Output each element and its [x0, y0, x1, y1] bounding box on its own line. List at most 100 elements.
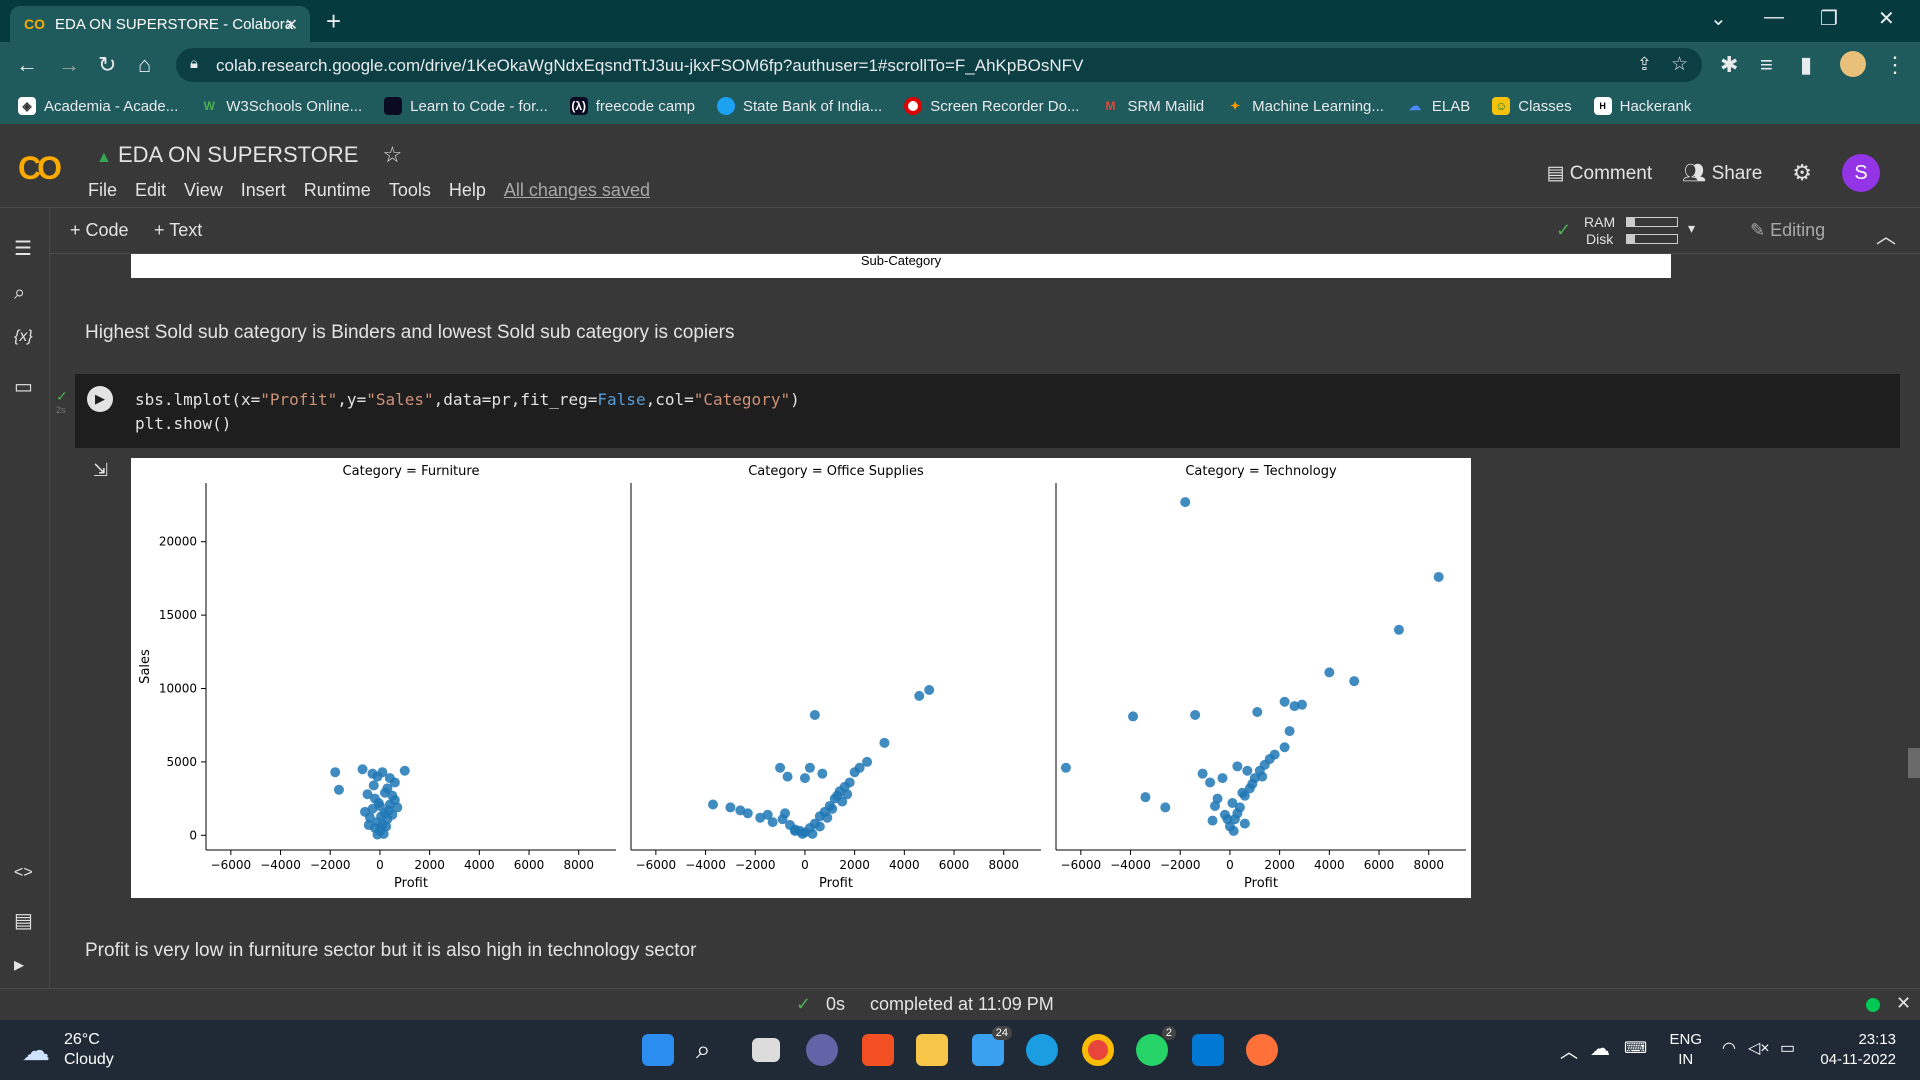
scatter-point — [797, 828, 808, 839]
save-status[interactable]: All changes saved — [504, 180, 650, 201]
comment-button[interactable]: ▤ Comment — [1547, 162, 1653, 185]
bookmark-item[interactable]: ☁ ELAB — [1406, 97, 1470, 115]
onedrive-icon[interactable]: ☁ — [1590, 1036, 1610, 1061]
code-editor[interactable]: sbs.lmplot(x="Profit",y="Sales",data=pr,… — [135, 388, 800, 436]
task-view-icon[interactable] — [752, 1038, 780, 1062]
share-page-icon[interactable]: ⇪ — [1637, 54, 1652, 75]
wifi-icon[interactable]: ◠ — [1722, 1038, 1736, 1058]
firefox-icon[interactable] — [1246, 1034, 1278, 1066]
side-panel-icon[interactable]: ▮ — [1800, 52, 1812, 78]
collapse-header-icon[interactable]: ︿ — [1876, 220, 1896, 249]
search-icon[interactable]: ⌕ — [696, 1034, 728, 1066]
add-text-cell-button[interactable]: + Text — [154, 220, 202, 241]
weather-widget[interactable]: 26°C Cloudy — [64, 1030, 114, 1070]
table-of-contents-icon[interactable]: ☰ — [14, 236, 32, 261]
menu-runtime[interactable]: Runtime — [304, 180, 371, 201]
tray-overflow-icon[interactable]: ︿ — [1560, 1038, 1578, 1064]
scatter-point — [1279, 696, 1290, 707]
bookmark-item[interactable]: H Hackerank — [1593, 97, 1691, 115]
system-clock[interactable]: 23:13 04-11-2022 — [1820, 1030, 1896, 1070]
scatter-point — [1279, 742, 1290, 753]
files-folder-icon[interactable]: ▭ — [14, 374, 33, 399]
star-icon[interactable]: ☆ — [383, 142, 403, 167]
address-bar[interactable]: 🔒︎ colab.research.google.com/drive/1KeOk… — [176, 48, 1702, 82]
speaker-muted-icon[interactable]: ◁× — [1748, 1038, 1770, 1058]
code-cell[interactable]: ▶ sbs.lmplot(x="Profit",y="Sales",data=p… — [75, 374, 1900, 448]
teams-icon[interactable] — [806, 1034, 838, 1066]
chrome-icon[interactable] — [1082, 1034, 1114, 1066]
elapsed-time[interactable]: 0s — [826, 994, 845, 1015]
colab-logo[interactable]: CO — [18, 150, 62, 187]
minimize-button[interactable]: — — [1764, 6, 1784, 29]
browser-menu-icon[interactable]: ⋮ — [1884, 52, 1906, 78]
vscode-icon[interactable] — [1192, 1034, 1224, 1066]
extensions-icon[interactable]: ✱ — [1720, 52, 1738, 78]
restore-button[interactable]: ❐ — [1820, 6, 1838, 31]
close-window-button[interactable]: ✕ — [1878, 6, 1895, 31]
menu-edit[interactable]: Edit — [135, 180, 166, 201]
account-avatar[interactable]: S — [1842, 154, 1880, 192]
scatter-point — [363, 820, 374, 831]
mail-icon[interactable]: 24 — [972, 1026, 1012, 1066]
command-palette-icon[interactable]: ▤ — [14, 908, 33, 933]
bookmark-star-icon[interactable]: ☆ — [1671, 53, 1688, 76]
forward-icon[interactable]: → — [58, 52, 80, 78]
scrollbar-thumb[interactable] — [1908, 748, 1920, 778]
whatsapp-icon[interactable]: 2 — [1136, 1026, 1176, 1066]
lock-icon[interactable]: 🔒︎ — [190, 55, 198, 72]
share-button[interactable]: 👥︎ Share — [1682, 161, 1762, 185]
add-code-cell-button[interactable]: + Code — [70, 220, 129, 241]
scatter-point — [822, 812, 833, 823]
sbi-icon — [716, 97, 735, 115]
bookmark-item[interactable]: Learn to Code - for... — [384, 97, 548, 115]
edge-icon[interactable] — [1026, 1034, 1058, 1066]
terminal-icon[interactable]: ▸ — [14, 952, 24, 977]
bookmark-item[interactable]: W W3Schools Online... — [200, 97, 363, 115]
markdown-text-cell[interactable]: Profit is very low in furniture sector b… — [85, 940, 696, 962]
battery-icon[interactable]: ▭ — [1780, 1038, 1795, 1058]
back-icon[interactable]: ← — [16, 52, 38, 78]
tab-search-icon[interactable]: ⌄ — [1710, 6, 1727, 31]
scatter-point — [1205, 777, 1216, 788]
output-actions-icon[interactable]: ⇲ — [93, 460, 108, 481]
browser-tab[interactable]: CO EDA ON SUPERSTORE - Colabora ✕ — [10, 6, 310, 42]
menu-file[interactable]: File — [88, 180, 117, 201]
completed-status[interactable]: completed at 11:09 PM — [870, 994, 1054, 1015]
code-snippets-icon[interactable]: <> — [14, 864, 33, 882]
reload-icon[interactable]: ↻ — [98, 52, 116, 78]
bookmark-item[interactable]: Screen Recorder Do... — [904, 97, 1079, 115]
bookmark-item[interactable]: (λ) freecode camp — [569, 97, 695, 115]
file-explorer-icon[interactable] — [916, 1034, 948, 1066]
close-tab-icon[interactable]: ✕ — [285, 15, 298, 35]
keyboard-icon[interactable]: ⌨ — [1624, 1038, 1647, 1058]
cloud-weather-icon: ☁ — [22, 1035, 50, 1066]
home-icon[interactable]: ⌂ — [138, 52, 151, 78]
run-cell-button[interactable]: ▶ — [87, 386, 113, 412]
menu-help[interactable]: Help — [449, 180, 486, 201]
notebook-title[interactable]: ▲ EDA ON SUPERSTORE ☆ — [96, 142, 402, 168]
bookmark-item[interactable]: ☺ Classes — [1492, 97, 1572, 115]
close-status-icon[interactable]: ✕ — [1896, 993, 1911, 1014]
media-icon[interactable]: ≡ — [1760, 52, 1773, 78]
markdown-text-cell[interactable]: Highest Sold sub category is Binders and… — [85, 322, 735, 344]
editing-mode-button[interactable]: ✎ Editing — [1750, 220, 1825, 241]
settings-gear-icon[interactable]: ⚙ — [1792, 160, 1812, 186]
store-icon[interactable] — [862, 1034, 894, 1066]
language-indicator[interactable]: ENG IN — [1669, 1030, 1702, 1070]
y-tick-label: 15000 — [159, 608, 197, 622]
resource-monitor[interactable]: ✓ RAM Disk ▾ — [1556, 214, 1706, 250]
scatter-point — [842, 789, 853, 800]
search-icon[interactable]: ⌕ — [14, 282, 25, 305]
variables-icon[interactable]: {x} — [14, 328, 33, 346]
bookmark-item[interactable]: ◈ Academia - Acade... — [18, 97, 178, 115]
start-windows-icon[interactable] — [642, 1034, 674, 1066]
bookmark-item[interactable]: State Bank of India... — [716, 97, 882, 115]
new-tab-button[interactable]: + — [326, 6, 341, 37]
bookmark-item[interactable]: ✦ Machine Learning... — [1226, 97, 1384, 115]
caret-down-icon[interactable]: ▾ — [1688, 220, 1695, 237]
menu-tools[interactable]: Tools — [389, 180, 431, 201]
menu-insert[interactable]: Insert — [241, 180, 286, 201]
profile-avatar[interactable] — [1840, 51, 1866, 77]
bookmark-item[interactable]: M SRM Mailid — [1101, 97, 1204, 115]
menu-view[interactable]: View — [184, 180, 223, 201]
